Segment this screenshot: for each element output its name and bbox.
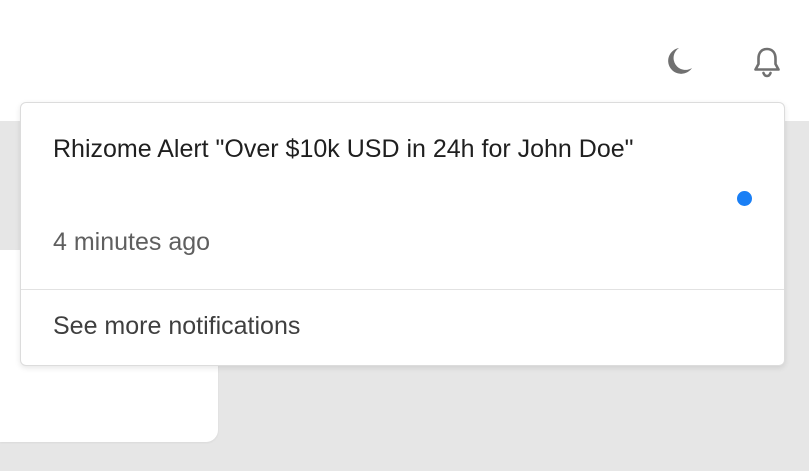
notification-title: Rhizome Alert "Over $10k USD in 24h for …: [53, 135, 634, 163]
see-more-label: See more notifications: [53, 312, 301, 340]
notifications-dropdown: Rhizome Alert "Over $10k USD in 24h for …: [20, 102, 785, 366]
moon-icon: [660, 44, 696, 80]
bell-icon: [749, 44, 785, 80]
unread-indicator: [737, 191, 752, 206]
theme-toggle-button[interactable]: [658, 42, 698, 82]
notification-timestamp: 4 minutes ago: [53, 228, 211, 256]
notifications-button[interactable]: [747, 42, 787, 82]
notification-item[interactable]: Rhizome Alert "Over $10k USD in 24h for …: [21, 103, 784, 289]
see-more-notifications-link[interactable]: See more notifications: [21, 290, 784, 365]
